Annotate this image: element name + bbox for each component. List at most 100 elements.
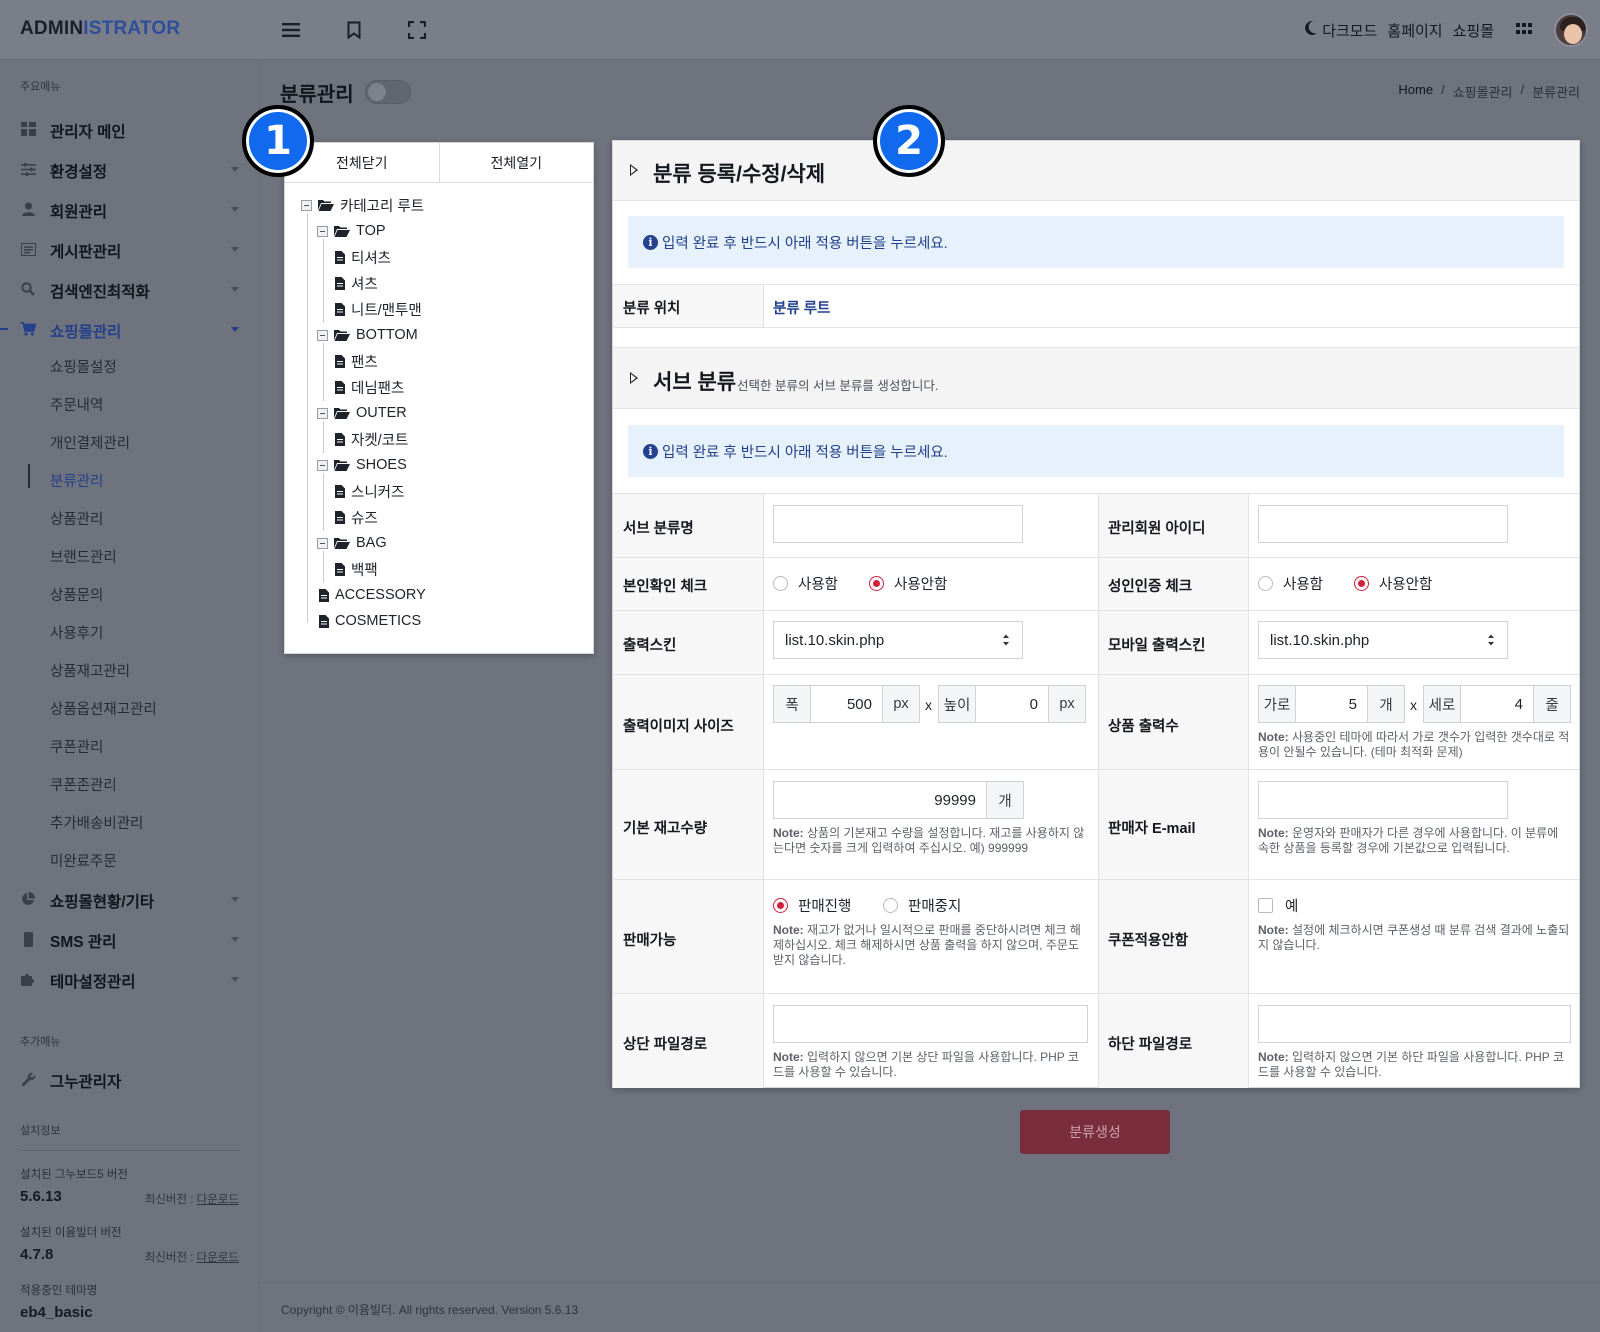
menu-members[interactable]: 회원관리 [0, 192, 260, 226]
tree-node-accessory[interactable]: ACCESSORY [319, 585, 426, 605]
fullscreen-icon[interactable] [404, 17, 430, 43]
adult-use-radio[interactable]: 사용함 [1258, 573, 1323, 594]
menu-seo[interactable]: 검색엔진최적화 [0, 272, 260, 306]
times-sign: x [925, 697, 932, 713]
admin-id-input[interactable] [1258, 505, 1508, 543]
identity-use-radio[interactable]: 사용함 [773, 573, 838, 594]
width-input[interactable]: 500 [810, 685, 883, 723]
user-avatar[interactable] [1554, 13, 1588, 47]
tree-node-backpack[interactable]: 백팩 [335, 559, 378, 579]
skin-select[interactable]: list.10.skin.php [773, 621, 1023, 659]
page-toggle-switch[interactable] [365, 80, 411, 104]
copyright-text: Copyright © 이윰빌더. All rights reserved. V… [281, 1303, 579, 1317]
identity-check-label: 본인확인 체크 [623, 579, 708, 595]
apps-grid-icon[interactable] [1516, 22, 1532, 39]
section-register-header[interactable]: 분류 등록/수정/삭제 [613, 141, 1579, 201]
info-notice-2: i 입력 완료 후 반드시 아래 적용 버튼을 누르세요. [628, 425, 1564, 477]
section-sub-header[interactable]: 서브 분류 선택한 분류의 서브 분류를 생성합니다. [613, 347, 1579, 409]
menu-settings[interactable]: 환경설정 [0, 152, 260, 186]
cols-input[interactable]: 5 [1295, 685, 1368, 723]
coupon-checkbox[interactable]: 예 [1258, 895, 1298, 916]
collapse-toggle-icon[interactable] [317, 329, 328, 341]
identity-nouse-radio[interactable]: 사용안함 [869, 573, 947, 594]
menu-theme[interactable]: 테마설정관리 [0, 962, 260, 996]
collapse-toggle-icon[interactable] [317, 407, 328, 419]
darkmode-link[interactable]: 다크모드 [1322, 20, 1377, 41]
bottom-file-label: 하단 파일경로 [1108, 1037, 1193, 1053]
tree-node-top[interactable]: TOP [317, 221, 386, 241]
height-input[interactable]: 0 [975, 685, 1049, 723]
breadcrumb-shop[interactable]: 쇼핑몰관리 [1453, 82, 1513, 101]
create-category-button[interactable]: 분류생성 [1020, 1110, 1170, 1154]
sub-orders[interactable]: 주문내역 [50, 394, 103, 415]
tree-node-shoes[interactable]: SHOES [317, 455, 407, 475]
menu-sms[interactable]: SMS 관리 [0, 922, 260, 956]
sale-off-radio[interactable]: 판매중지 [883, 895, 961, 916]
file-icon [335, 510, 345, 524]
file-icon [335, 484, 345, 498]
sub-extra-shipping[interactable]: 추가배송비관리 [50, 812, 143, 833]
sub-coupon-zone[interactable]: 쿠폰존관리 [50, 774, 117, 795]
mobile-skin-select[interactable]: list.10.skin.php [1258, 621, 1508, 659]
breadcrumb-home[interactable]: Home [1398, 82, 1433, 101]
sub-incomplete-orders[interactable]: 미완료주문 [50, 850, 117, 871]
sub-category-management[interactable]: 분류관리 [50, 470, 103, 491]
sale-on-radio[interactable]: 판매진행 [773, 895, 851, 916]
tree-node-knit[interactable]: 니트/맨투맨 [335, 299, 422, 319]
tree-node-dress-shoes[interactable]: 슈즈 [335, 507, 378, 527]
shop-link[interactable]: 쇼핑몰 [1453, 20, 1494, 41]
top-file-input[interactable] [773, 1005, 1088, 1043]
collapse-toggle-icon[interactable] [317, 225, 328, 237]
sub-brands[interactable]: 브랜드관리 [50, 546, 117, 567]
sub-product-qa[interactable]: 상품문의 [50, 584, 103, 605]
gnuboard-download-link[interactable]: 다운로드 [197, 1194, 239, 1206]
tree-node-sneakers[interactable]: 스니커즈 [335, 481, 404, 501]
menu-admin-main[interactable]: 관리자 메인 [0, 112, 260, 146]
theme-value: eb4_basic [20, 1304, 93, 1321]
seller-email-input[interactable] [1258, 781, 1508, 819]
sub-personal-payment[interactable]: 개인결제관리 [50, 432, 130, 453]
moon-icon[interactable] [1304, 20, 1318, 40]
stock-input[interactable]: 99999 [773, 781, 987, 819]
adult-nouse-radio[interactable]: 사용안함 [1354, 573, 1432, 594]
file-icon [335, 380, 345, 394]
tree-node-cosmetics[interactable]: COSMETICS [319, 611, 421, 631]
eyoom-download-link[interactable]: 다운로드 [197, 1252, 239, 1264]
sub-option-stock[interactable]: 상품옵션재고관리 [50, 698, 157, 719]
collapse-toggle-icon[interactable] [301, 199, 312, 211]
tree-node-outer[interactable]: OUTER [317, 403, 407, 423]
tree-node-bottom[interactable]: BOTTOM [317, 325, 418, 345]
tree-node-pants[interactable]: 팬츠 [335, 351, 378, 371]
location-value: 분류 루트 [773, 301, 831, 317]
sub-stock[interactable]: 상품재고관리 [50, 660, 130, 681]
hamburger-menu-icon[interactable] [278, 17, 304, 43]
tree-node-denim[interactable]: 데님팬츠 [335, 377, 404, 397]
tree-node-tshirt[interactable]: 티셔츠 [335, 247, 391, 267]
rows-input[interactable]: 4 [1460, 685, 1534, 723]
sub-coupons[interactable]: 쿠폰관리 [50, 736, 103, 757]
bookmark-icon[interactable] [341, 17, 367, 43]
sub-shop-settings[interactable]: 쇼핑몰설정 [50, 356, 117, 377]
sub-name-input[interactable] [773, 505, 1023, 543]
cart-icon [20, 321, 36, 337]
folder-open-icon [334, 537, 350, 549]
bottom-file-input[interactable] [1258, 1005, 1571, 1043]
admin-logo[interactable]: ADMINISTRATOR [20, 18, 180, 40]
collapse-toggle-icon[interactable] [317, 537, 328, 549]
mobile-icon [20, 931, 36, 947]
menu-boards[interactable]: 게시판관리 [0, 232, 260, 266]
sub-reviews[interactable]: 사용후기 [50, 622, 103, 643]
menu-gnu-admin[interactable]: 그누관리자 [0, 1062, 260, 1096]
tree-node-jacket[interactable]: 자켓/코트 [335, 429, 408, 449]
mobile-skin-label: 모바일 출력스킨 [1108, 638, 1206, 654]
tree-node-bag[interactable]: BAG [317, 533, 387, 553]
sub-products[interactable]: 상품관리 [50, 508, 103, 529]
collapse-toggle-icon[interactable] [317, 459, 328, 471]
homepage-link[interactable]: 홈페이지 [1387, 20, 1442, 41]
menu-shop-management[interactable]: 쇼핑몰관리 [0, 312, 260, 346]
tree-node-shirt[interactable]: 셔츠 [335, 273, 378, 293]
tree-node-root[interactable]: 카테고리 루트 [301, 195, 424, 215]
email-note: Note: 운영자와 판매자가 다른 경우에 사용합니다. 이 분류에 속한 상… [1258, 826, 1559, 855]
expand-all-button[interactable]: 전체열기 [440, 143, 594, 182]
menu-shop-status[interactable]: 쇼핑몰현황/기타 [0, 882, 260, 916]
